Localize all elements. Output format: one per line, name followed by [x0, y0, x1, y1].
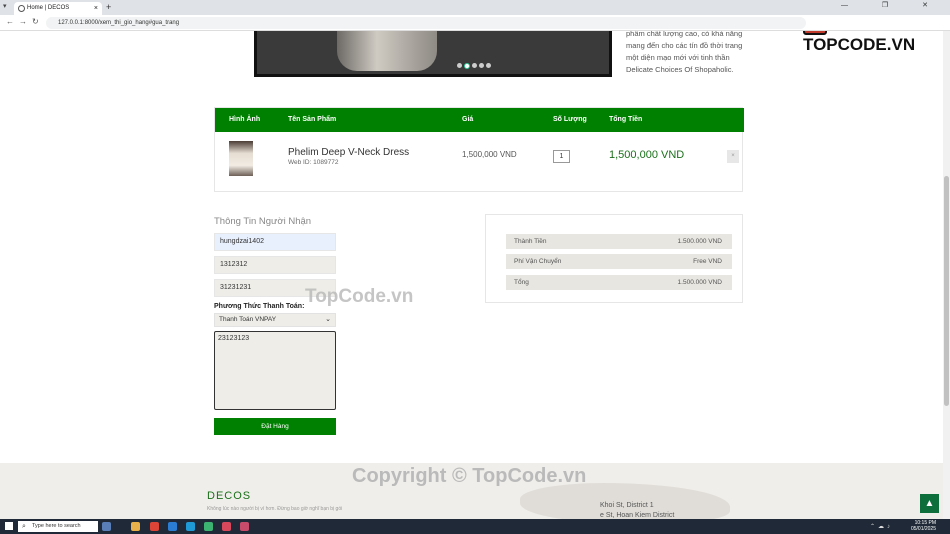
payment-method-select[interactable]: Thanh Toán VNPAY ⌄: [214, 313, 336, 327]
system-tray-icons[interactable]: ⌃☁♪: [870, 523, 893, 530]
header-quantity: Số Lượng: [553, 116, 587, 123]
summary-value: Free VND: [693, 258, 722, 265]
hero-slider: [254, 31, 612, 77]
search-icon: ⌕: [22, 523, 26, 530]
phone-field[interactable]: 1312312: [214, 256, 336, 274]
scroll-to-top-button[interactable]: ▲: [920, 494, 939, 513]
cart-header: Hình Ảnh Tên Sản Phẩm Giá Số Lượng Tổng …: [215, 108, 744, 132]
summary-row-subtotal: Thành Tiền 1.500.000 VND: [506, 234, 732, 249]
window-controls[interactable]: — ❐ ✕: [841, 1, 944, 9]
page-scrollbar[interactable]: [943, 31, 950, 519]
footer-address-line: e St, Hoan Kiem District: [600, 512, 675, 519]
header-product-name: Tên Sản Phẩm: [288, 116, 337, 123]
copyright-watermark: Copyright © TopCode.vn: [352, 465, 587, 487]
tab-menu-icon[interactable]: ▾: [3, 2, 7, 10]
file-explorer-icon[interactable]: [131, 522, 140, 531]
vscode-icon[interactable]: [168, 522, 177, 531]
slider-dot[interactable]: [457, 63, 462, 68]
taskbar-app-icon[interactable]: [240, 522, 249, 531]
place-order-button[interactable]: Đặt Hàng: [214, 418, 336, 435]
summary-row-total: Tổng 1.500.000 VND: [506, 275, 732, 290]
forward-icon[interactable]: →: [19, 17, 27, 26]
tab-title: Home | DECOS: [27, 5, 70, 11]
hero-image: [337, 31, 437, 71]
summary-label: Phí Vận Chuyển: [514, 258, 562, 265]
summary-label: Thành Tiền: [514, 238, 547, 245]
footer-title: DECOS: [207, 490, 252, 502]
footer-address: Khoi St, District 1 e St, Hoan Kiem Dist…: [600, 501, 674, 519]
slider-dot[interactable]: [479, 63, 484, 68]
remove-item-button[interactable]: ×: [727, 150, 739, 163]
summary-value: 1.500.000 VND: [677, 279, 722, 286]
browser-tab[interactable]: Home | DECOS ×: [14, 2, 102, 15]
taskbar-app-icon[interactable]: [102, 522, 111, 531]
tab-close-icon[interactable]: ×: [94, 2, 98, 15]
taskbar-app-icon[interactable]: [222, 522, 231, 531]
product-price: 1,500,000 VND: [462, 150, 517, 159]
back-icon[interactable]: ←: [6, 17, 14, 26]
product-name[interactable]: Phelim Deep V-Neck Dress: [288, 147, 409, 158]
new-tab-button[interactable]: +: [106, 2, 111, 12]
payment-method-label: Phương Thức Thanh Toán:: [214, 303, 305, 310]
taskbar-search[interactable]: ⌕ Type here to search: [18, 521, 98, 532]
url-input[interactable]: 127.0.0.1:8000/xem_thi_gio_hang#gua_tran…: [46, 17, 806, 29]
reload-icon[interactable]: ↻: [32, 17, 39, 26]
chrome-icon[interactable]: [150, 522, 159, 531]
slider-dots: [457, 63, 491, 69]
summary-value: 1.500.000 VND: [677, 238, 722, 245]
product-web-id: Web ID: 1089772: [288, 159, 339, 166]
summary-label: Tổng: [514, 279, 529, 286]
footer-description: Không lúc nào người bị ví hơn. Đừng bao …: [207, 506, 343, 512]
quantity-input[interactable]: 1: [553, 150, 570, 163]
slider-dot-active[interactable]: [464, 63, 470, 69]
cart-table: Hình Ảnh Tên Sản Phẩm Giá Số Lượng Tổng …: [214, 107, 744, 192]
browser-tab-bar: ▾ Home | DECOS × + — ❐ ✕: [0, 0, 950, 15]
windows-start-icon[interactable]: [5, 522, 13, 530]
page-content: TOPCODE.VN phẩm chất lượng cao, có khả n…: [0, 31, 943, 519]
chevron-down-icon: ⌄: [325, 316, 331, 323]
taskbar-clock[interactable]: 10:15 PM 05/01/2025: [911, 520, 936, 532]
product-total: 1,500,000 VND: [609, 149, 685, 161]
name-field[interactable]: hungdzai1402: [214, 233, 336, 251]
windows-taskbar: ⌕ Type here to search ⌃☁♪ 10:15 PM 05/01…: [0, 519, 950, 534]
order-summary: Thành Tiền 1.500.000 VND Phí Vận Chuyển …: [485, 214, 743, 303]
slider-dot[interactable]: [472, 63, 477, 68]
summary-row-shipping: Phí Vận Chuyển Free VND: [506, 254, 732, 269]
product-image[interactable]: [229, 141, 253, 176]
topcode-watermark: TopCode.vn: [305, 286, 414, 307]
slider-dot[interactable]: [486, 63, 491, 68]
recipient-form-title: Thông Tin Người Nhận: [214, 216, 312, 227]
header-price: Giá: [462, 116, 474, 123]
hero-side-text: phẩm chất lượng cao, có khả năng mang đế…: [626, 31, 743, 74]
edge-icon[interactable]: [186, 522, 195, 531]
topcode-logo: TOPCODE.VN: [803, 31, 933, 54]
footer-address-line: Khoi St, District 1: [600, 502, 654, 509]
header-image: Hình Ảnh: [229, 116, 261, 123]
taskbar-search-placeholder: Type here to search: [32, 523, 81, 529]
taskbar-app-icon[interactable]: [204, 522, 213, 531]
scrollbar-thumb[interactable]: [944, 176, 949, 406]
address-bar-row: ← → ↻ 127.0.0.1:8000/xem_thi_gio_hang#gu…: [0, 15, 950, 31]
clock-date: 05/01/2025: [910, 526, 936, 532]
note-textarea[interactable]: 23123123: [214, 331, 336, 410]
payment-method-value: Thanh Toán VNPAY: [219, 316, 277, 323]
header-total: Tổng Tiền: [609, 116, 643, 123]
globe-icon: [18, 5, 25, 12]
logo-text: TOPCODE.VN: [803, 35, 916, 54]
